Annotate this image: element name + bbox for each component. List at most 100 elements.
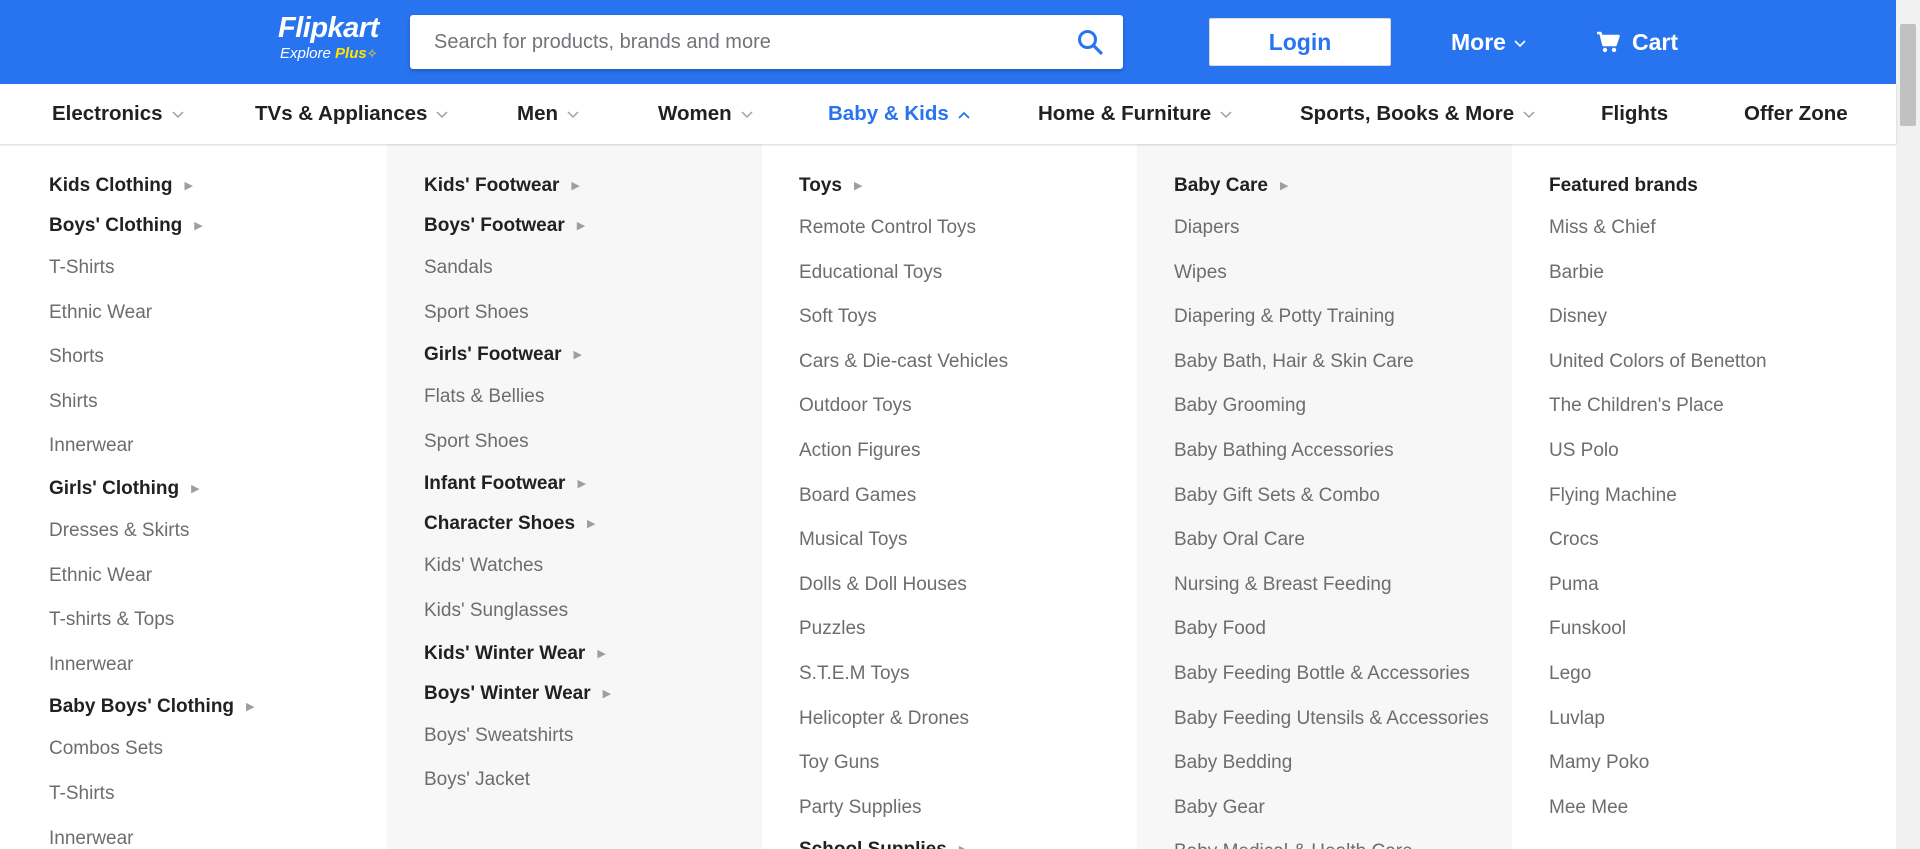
nav-women[interactable]: Women <box>658 84 753 144</box>
menu-link[interactable]: Shorts <box>49 335 387 380</box>
menu-link[interactable]: Mee Mee <box>1549 786 1882 831</box>
menu-link[interactable]: Sport Shoes <box>424 291 762 336</box>
menu-link[interactable]: Sandals <box>424 246 762 291</box>
menu-entry-label: US Polo <box>1549 439 1619 461</box>
menu-link[interactable]: Funskool <box>1549 607 1882 652</box>
menu-link[interactable]: Remote Control Toys <box>799 206 1137 251</box>
menu-link[interactable]: Combos Sets <box>49 727 387 772</box>
menu-link[interactable]: Nursing & Breast Feeding <box>1174 563 1512 608</box>
menu-link[interactable]: Baby Bedding <box>1174 741 1512 786</box>
menu-link[interactable]: Diapering & Potty Training <box>1174 295 1512 340</box>
menu-link[interactable]: Barbie <box>1549 251 1882 296</box>
menu-link[interactable]: Baby Feeding Bottle & Accessories <box>1174 652 1512 697</box>
menu-link[interactable]: Innerwear <box>49 424 387 469</box>
menu-link[interactable]: Baby Oral Care <box>1174 518 1512 563</box>
menu-heading[interactable]: Kids' Footwear ▶ <box>424 166 762 206</box>
menu-link[interactable]: Innerwear <box>49 817 387 849</box>
nav-offer-zone[interactable]: Offer Zone <box>1744 84 1848 144</box>
menu-link[interactable]: United Colors of Benetton <box>1549 340 1882 385</box>
menu-link[interactable]: Soft Toys <box>799 295 1137 340</box>
menu-heading[interactable]: Baby Boys' Clothing ▶ <box>49 687 387 727</box>
search-input[interactable] <box>410 15 1050 69</box>
menu-link[interactable]: Puzzles <box>799 607 1137 652</box>
menu-link[interactable]: Action Figures <box>799 429 1137 474</box>
flipkart-logo[interactable]: Flipkart Explore Plus✧ <box>278 12 392 68</box>
page-scrollbar[interactable] <box>1896 0 1920 849</box>
menu-heading[interactable]: Kids Clothing ▶ <box>49 166 387 206</box>
chevron-up-icon <box>958 111 970 119</box>
menu-link[interactable]: Diapers <box>1174 206 1512 251</box>
nav-label: Flights <box>1601 102 1669 125</box>
menu-heading[interactable]: Boys' Clothing ▶ <box>49 206 387 246</box>
login-button[interactable]: Login <box>1209 18 1391 66</box>
menu-link[interactable]: Toy Guns <box>799 741 1137 786</box>
menu-link[interactable]: Innerwear <box>49 643 387 688</box>
nav-home-furniture[interactable]: Home & Furniture <box>1038 84 1232 144</box>
nav-electronics[interactable]: Electronics <box>52 84 184 144</box>
menu-link[interactable]: Kids' Sunglasses <box>424 589 762 634</box>
menu-link[interactable]: Mamy Poko <box>1549 741 1882 786</box>
menu-link[interactable]: Flying Machine <box>1549 474 1882 519</box>
menu-link[interactable]: Baby Bathing Accessories <box>1174 429 1512 474</box>
menu-link[interactable]: Baby Medical & Health Care <box>1174 830 1512 849</box>
menu-link[interactable]: Baby Feeding Utensils & Accessories <box>1174 697 1512 742</box>
menu-link[interactable]: Disney <box>1549 295 1882 340</box>
nav-tvs-appliances[interactable]: TVs & Appliances <box>255 84 448 144</box>
nav-sports-books-more[interactable]: Sports, Books & More <box>1300 84 1535 144</box>
scrollbar-thumb[interactable] <box>1900 24 1916 126</box>
more-menu[interactable]: More <box>1451 22 1526 62</box>
menu-link[interactable]: Sport Shoes <box>424 420 762 465</box>
menu-link[interactable]: Lego <box>1549 652 1882 697</box>
menu-link[interactable]: Baby Grooming <box>1174 384 1512 429</box>
menu-link[interactable]: Puma <box>1549 563 1882 608</box>
menu-link[interactable]: Helicopter & Drones <box>799 697 1137 742</box>
nav-flights[interactable]: Flights <box>1601 84 1668 144</box>
menu-entry-label: Shorts <box>49 346 104 368</box>
menu-link[interactable]: Kids' Watches <box>424 544 762 589</box>
menu-entry-label: Boys' Footwear <box>424 215 565 236</box>
menu-link[interactable]: Baby Bath, Hair & Skin Care <box>1174 340 1512 385</box>
search-button[interactable] <box>1057 15 1123 69</box>
menu-link[interactable]: Wipes <box>1174 251 1512 296</box>
menu-link[interactable]: Educational Toys <box>799 251 1137 296</box>
menu-link[interactable]: Baby Gift Sets & Combo <box>1174 474 1512 519</box>
menu-link[interactable]: Musical Toys <box>799 518 1137 563</box>
menu-heading[interactable]: Toys ▶ <box>799 166 1137 206</box>
menu-link[interactable]: Flats & Bellies <box>424 375 762 420</box>
menu-link[interactable]: Board Games <box>799 474 1137 519</box>
menu-link[interactable]: Shirts <box>49 380 387 425</box>
menu-link[interactable]: Boys' Sweatshirts <box>424 714 762 759</box>
menu-link[interactable]: The Children's Place <box>1549 384 1882 429</box>
menu-link[interactable]: T-Shirts <box>49 246 387 291</box>
menu-heading[interactable]: Boys' Winter Wear ▶ <box>424 674 762 714</box>
menu-heading[interactable]: Boys' Footwear ▶ <box>424 206 762 246</box>
menu-link[interactable]: Luvlap <box>1549 697 1882 742</box>
menu-link[interactable]: Ethnic Wear <box>49 291 387 336</box>
menu-heading[interactable]: Baby Care ▶ <box>1174 166 1512 206</box>
menu-heading[interactable]: Girls' Clothing ▶ <box>49 469 387 509</box>
cart-button[interactable]: Cart <box>1596 22 1678 62</box>
menu-link[interactable]: S.T.E.M Toys <box>799 652 1137 697</box>
nav-baby-kids[interactable]: Baby & Kids <box>828 84 970 144</box>
menu-link[interactable]: Dresses & Skirts <box>49 509 387 554</box>
menu-link[interactable]: Outdoor Toys <box>799 384 1137 429</box>
menu-heading[interactable]: Character Shoes ▶ <box>424 504 762 544</box>
menu-link[interactable]: Baby Gear <box>1174 786 1512 831</box>
menu-link[interactable]: Boys' Jacket <box>424 758 762 803</box>
menu-link[interactable]: T-Shirts <box>49 772 387 817</box>
menu-entry-label: United Colors of Benetton <box>1549 350 1767 372</box>
menu-link[interactable]: Crocs <box>1549 518 1882 563</box>
menu-link[interactable]: Baby Food <box>1174 607 1512 652</box>
menu-heading[interactable]: School Supplies ▶ <box>799 830 1137 849</box>
menu-link[interactable]: Dolls & Doll Houses <box>799 563 1137 608</box>
menu-link[interactable]: Party Supplies <box>799 786 1137 831</box>
menu-link[interactable]: Cars & Die-cast Vehicles <box>799 340 1137 385</box>
menu-heading[interactable]: Girls' Footwear ▶ <box>424 335 762 375</box>
menu-link[interactable]: Miss & Chief <box>1549 206 1882 251</box>
menu-link[interactable]: US Polo <box>1549 429 1882 474</box>
menu-heading[interactable]: Kids' Winter Wear ▶ <box>424 634 762 674</box>
nav-men[interactable]: Men <box>517 84 579 144</box>
menu-link[interactable]: T-shirts & Tops <box>49 598 387 643</box>
menu-link[interactable]: Ethnic Wear <box>49 554 387 599</box>
menu-heading[interactable]: Infant Footwear ▶ <box>424 464 762 504</box>
